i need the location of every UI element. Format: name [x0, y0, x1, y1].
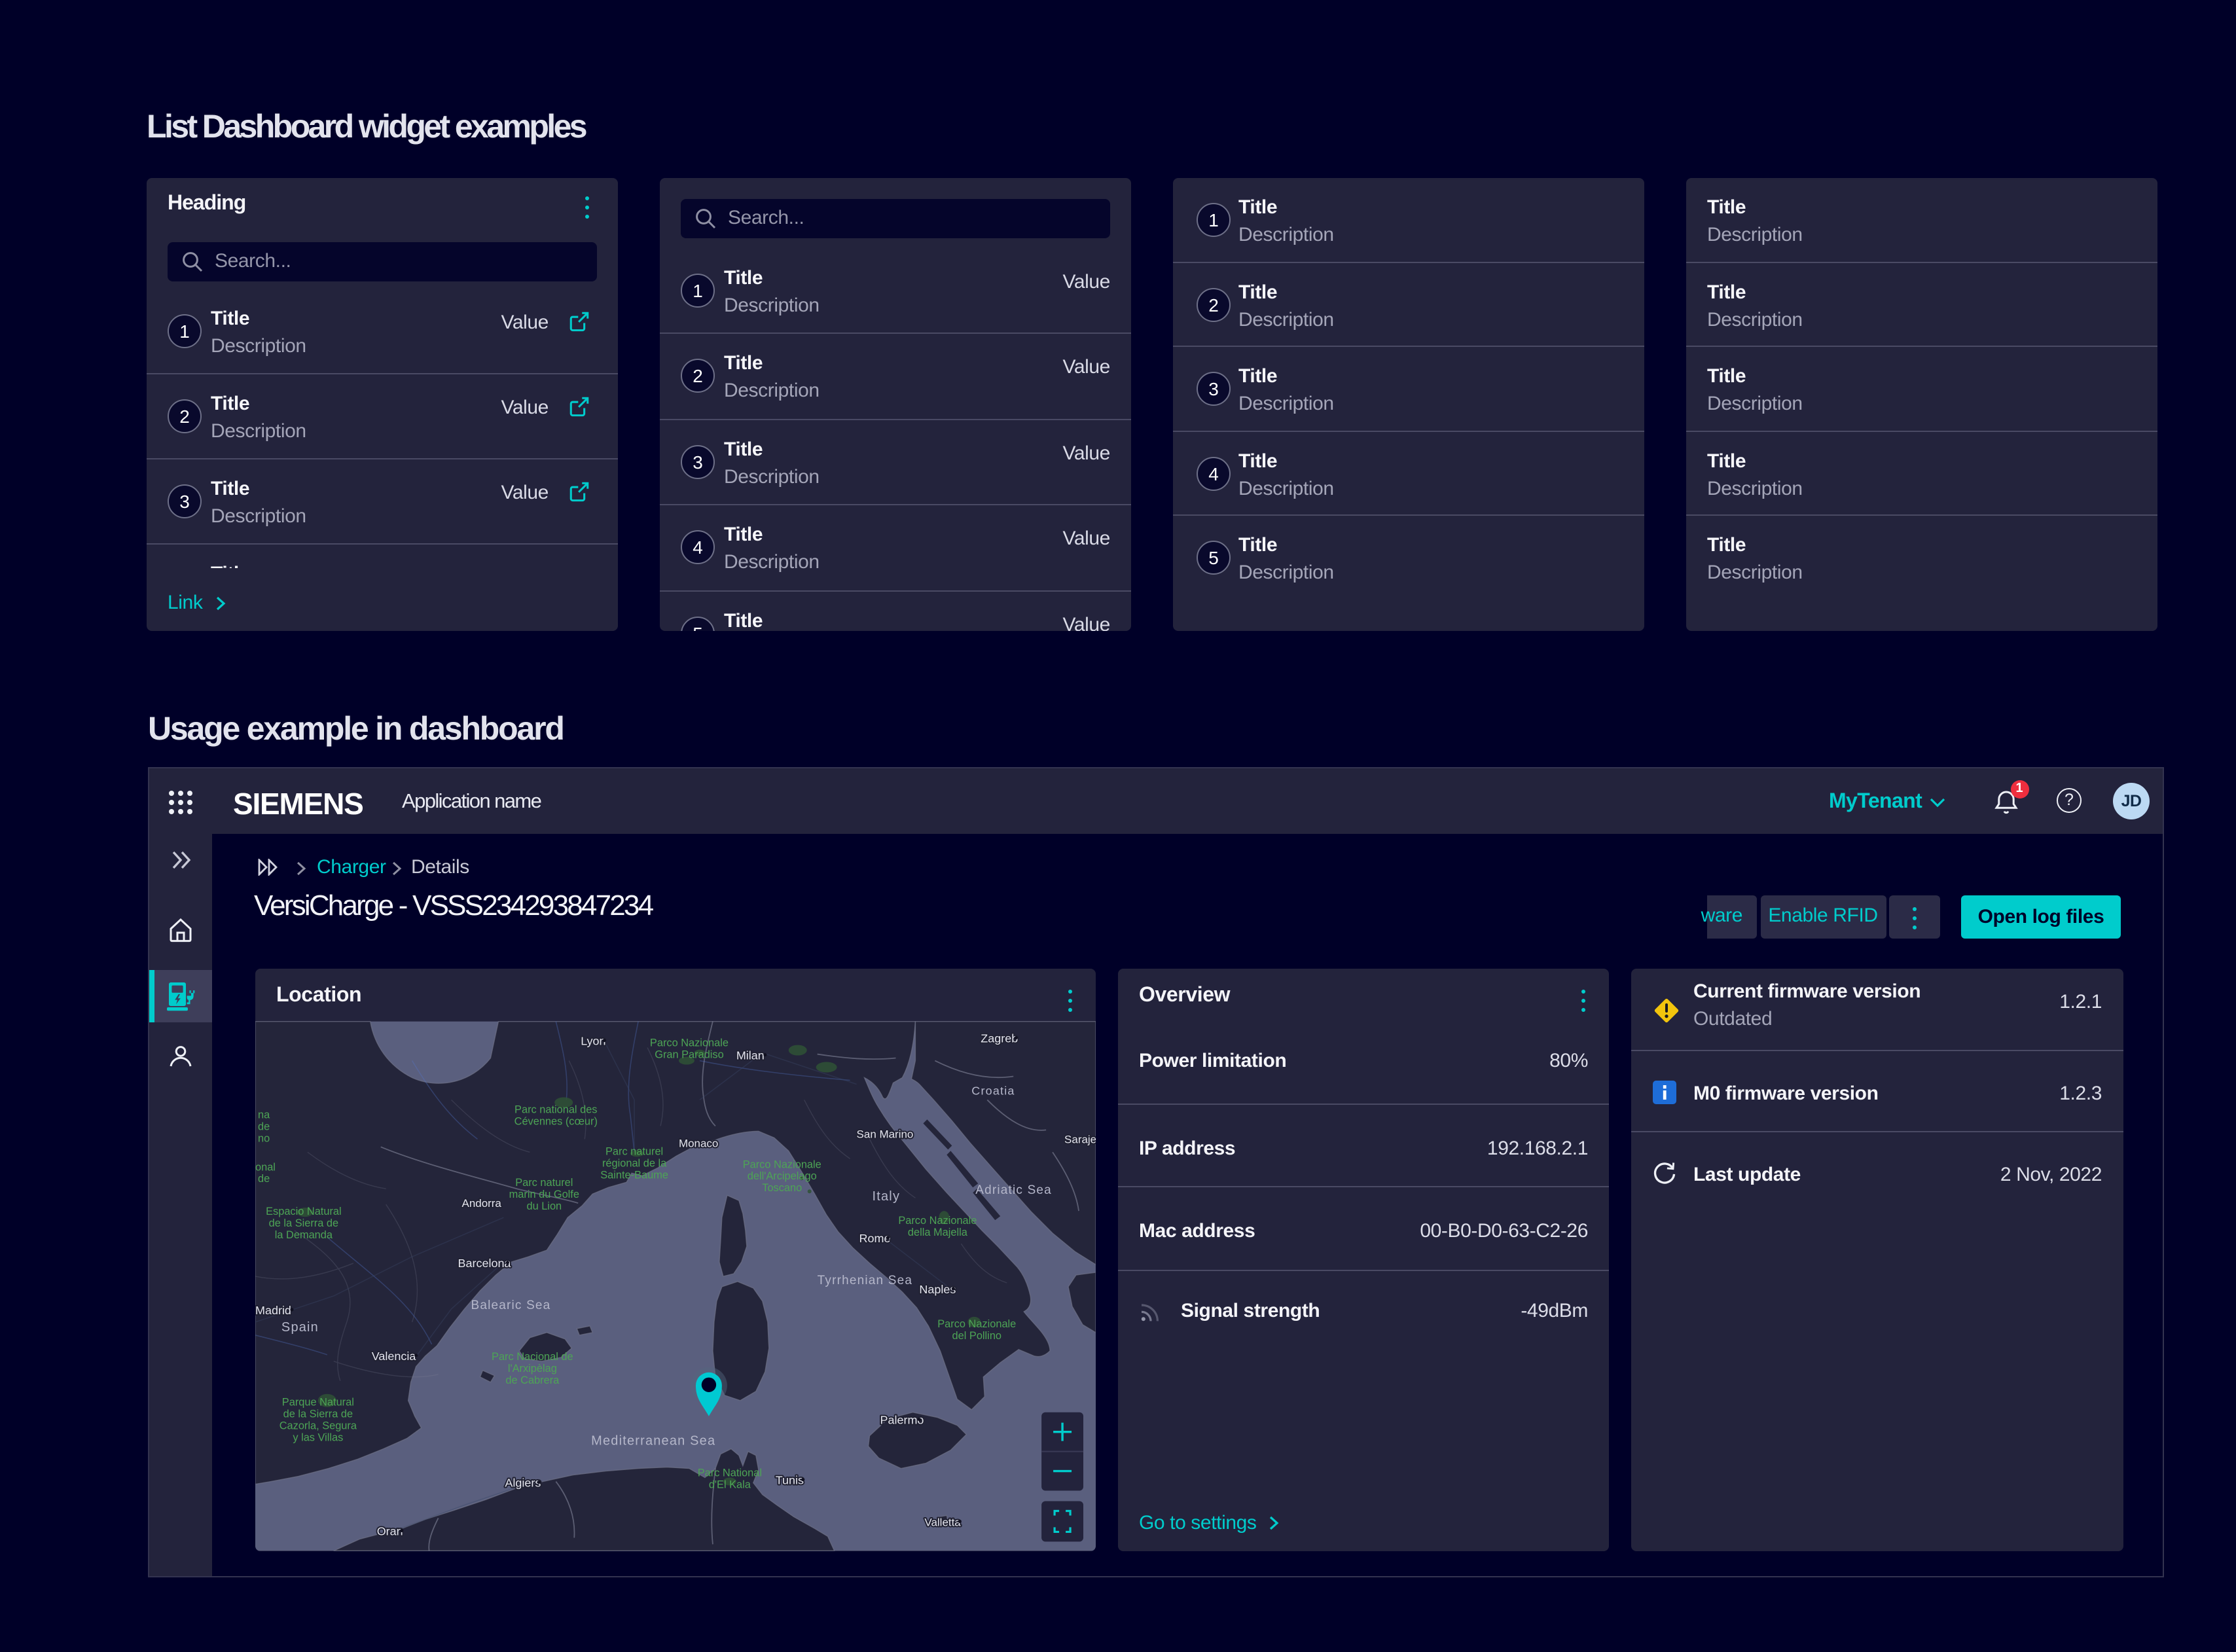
svg-text:Spain: Spain — [281, 1320, 319, 1335]
svg-text:Cazorla, Segura: Cazorla, Segura — [280, 1420, 357, 1432]
svg-text:Parco Nazionale: Parco Nazionale — [937, 1318, 1016, 1330]
svg-text:Rome: Rome — [859, 1232, 891, 1245]
svg-text:del Pollino: del Pollino — [952, 1330, 1002, 1342]
svg-text:de: de — [258, 1173, 270, 1185]
svg-text:Cévennes (cœur): Cévennes (cœur) — [514, 1115, 598, 1127]
svg-text:San Marino: San Marino — [857, 1128, 914, 1140]
svg-text:Parco Nazionale: Parco Nazionale — [743, 1158, 821, 1170]
svg-text:Parque Natural: Parque Natural — [282, 1397, 354, 1409]
svg-text:Espacio Natural: Espacio Natural — [266, 1206, 341, 1217]
svg-text:régional de la: régional de la — [602, 1157, 667, 1169]
svg-text:Parco Nazionale: Parco Nazionale — [898, 1215, 977, 1227]
svg-text:dell'Arcipelago: dell'Arcipelago — [748, 1170, 817, 1182]
svg-text:Barcelona: Barcelona — [458, 1257, 511, 1270]
svg-text:Parco Nazionale: Parco Nazionale — [650, 1037, 729, 1049]
svg-text:Andorra: Andorra — [462, 1197, 502, 1210]
svg-text:y las Villas: y las Villas — [293, 1432, 343, 1444]
svg-text:Balearic Sea: Balearic Sea — [471, 1299, 550, 1312]
svg-text:Tyrrhenian Sea: Tyrrhenian Sea — [818, 1274, 912, 1287]
svg-text:de Cabrera: de Cabrera — [505, 1374, 560, 1386]
svg-text:Sainte-Baume: Sainte-Baume — [600, 1169, 668, 1181]
svg-text:de: de — [258, 1121, 270, 1132]
svg-text:la Demanda: la Demanda — [275, 1229, 333, 1241]
svg-text:Algiers: Algiers — [505, 1477, 541, 1490]
svg-text:Monaco: Monaco — [679, 1137, 718, 1149]
svg-text:onal: onal — [255, 1161, 276, 1173]
svg-text:Milan: Milan — [736, 1049, 765, 1062]
svg-text:Parc national des: Parc national des — [514, 1104, 597, 1115]
svg-text:Valencia: Valencia — [372, 1350, 416, 1363]
svg-text:Naples: Naples — [919, 1283, 956, 1296]
svg-text:Madrid: Madrid — [255, 1304, 291, 1317]
svg-text:Oran: Oran — [377, 1524, 403, 1537]
svg-text:no: no — [258, 1132, 270, 1144]
svg-text:Gran Paradiso: Gran Paradiso — [655, 1049, 723, 1061]
svg-text:Toscano: Toscano — [762, 1182, 802, 1194]
svg-text:Italy: Italy — [873, 1189, 901, 1204]
svg-text:Parc Nacional de: Parc Nacional de — [492, 1351, 573, 1363]
svg-text:della Majella: della Majella — [908, 1227, 968, 1238]
svg-text:Tunis: Tunis — [776, 1474, 804, 1487]
svg-text:Parc naturel: Parc naturel — [605, 1145, 663, 1157]
svg-text:Adriatic Sea: Adriatic Sea — [975, 1183, 1052, 1197]
svg-text:Sarajev: Sarajev — [1064, 1133, 1096, 1145]
svg-text:Croatia: Croatia — [971, 1084, 1015, 1097]
svg-text:Palermo: Palermo — [880, 1414, 924, 1427]
svg-text:du Lion: du Lion — [526, 1200, 562, 1212]
svg-text:Parc naturel: Parc naturel — [515, 1177, 573, 1189]
svg-text:Lyon: Lyon — [581, 1035, 605, 1048]
svg-text:de la Sierra de: de la Sierra de — [283, 1409, 353, 1420]
svg-text:l'Arxipèlag: l'Arxipèlag — [508, 1363, 557, 1374]
svg-text:de la Sierra de: de la Sierra de — [269, 1217, 338, 1229]
svg-text:Valletta: Valletta — [924, 1516, 961, 1528]
svg-text:Parc National: Parc National — [698, 1467, 762, 1479]
svg-text:marin du Golfe: marin du Golfe — [509, 1189, 579, 1200]
svg-text:Mediterranean Sea: Mediterranean Sea — [591, 1434, 715, 1448]
svg-text:Zagreb: Zagreb — [981, 1032, 1018, 1045]
svg-text:na: na — [258, 1109, 270, 1121]
svg-text:d'El Kala: d'El Kala — [709, 1479, 751, 1491]
